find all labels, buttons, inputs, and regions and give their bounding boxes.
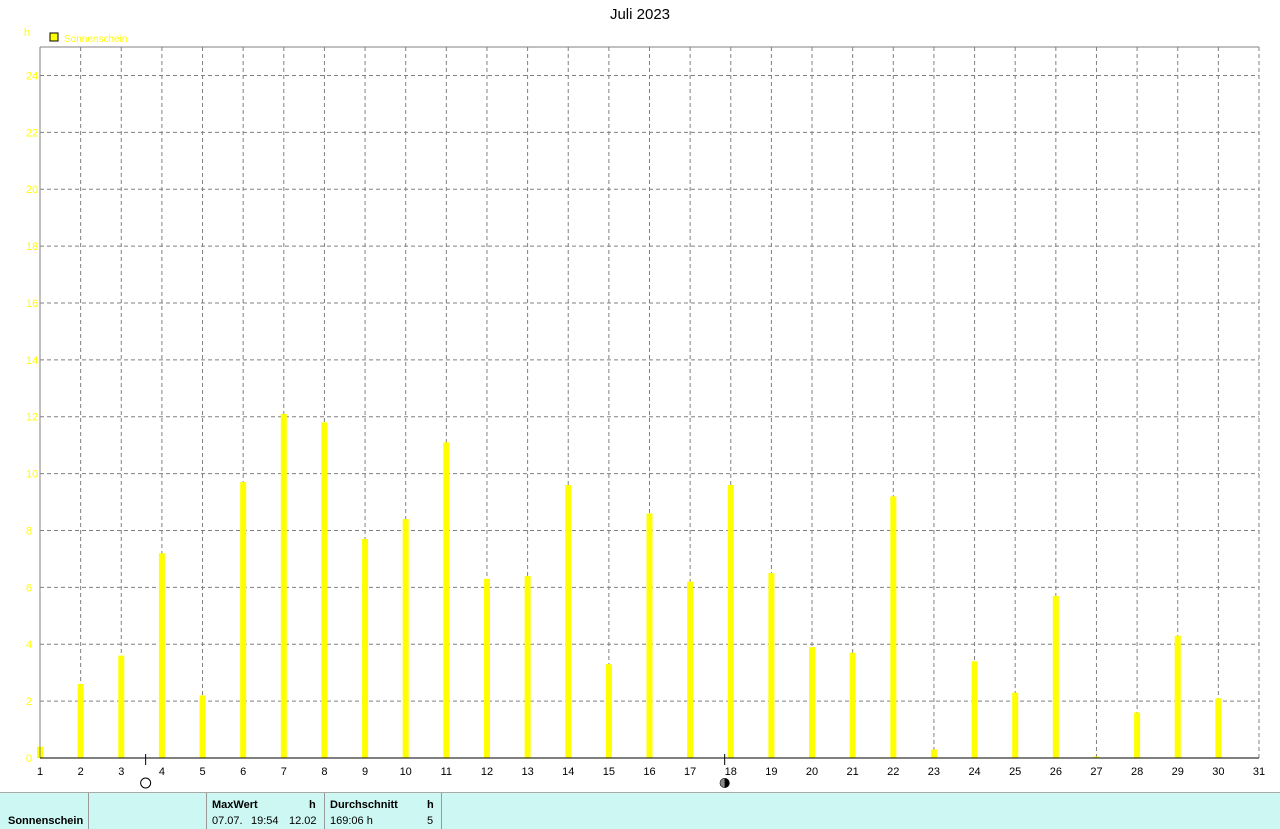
footer-empty-cell [89, 793, 207, 829]
x-tick-label: 13 [521, 766, 533, 778]
x-tick-label: 10 [400, 766, 412, 778]
footer-avg-cell: Durchschnitt h 169:06 h 5 [325, 793, 442, 829]
x-tick-label: 20 [806, 766, 818, 778]
y-axis-label: h [24, 27, 30, 39]
legend-swatch [49, 32, 59, 42]
y-tick-label: 16 [26, 298, 38, 310]
footer-max-header: MaxWert [212, 799, 258, 811]
x-tick-label: 3 [118, 766, 124, 778]
x-tick-label: 5 [199, 766, 205, 778]
footer-avg-unit: h [427, 799, 434, 811]
bar [1134, 712, 1141, 758]
x-tick-label: 11 [441, 766, 452, 778]
x-tick-label: 7 [281, 766, 287, 778]
bar [1052, 595, 1059, 758]
footer-max-cell: MaxWert h 07.07. 19:54 12.02 [207, 793, 325, 829]
footer-max-value: 12.02 [289, 815, 317, 827]
y-tick-label: 10 [26, 469, 38, 481]
bar [890, 496, 897, 758]
x-tick-label: 30 [1212, 766, 1224, 778]
x-tick-label: 6 [240, 766, 246, 778]
bar [687, 581, 694, 758]
moon-phases [140, 754, 730, 789]
x-tick-label: 29 [1172, 766, 1184, 778]
x-tick-label: 14 [562, 766, 574, 778]
x-tick-label: 22 [887, 766, 899, 778]
footer-avg-extra: 5 [427, 815, 434, 827]
summary-footer: Sonnenschein MaxWert h 07.07. 19:54 12.0… [0, 792, 1280, 829]
bar [483, 578, 490, 758]
bar [362, 539, 369, 758]
y-tick-label: 6 [26, 582, 32, 594]
footer-series-label: Sonnenschein [8, 815, 84, 827]
x-tick-label: 19 [765, 766, 777, 778]
x-tick-label: 31 [1253, 766, 1265, 778]
x-tick-label: 2 [78, 766, 84, 778]
x-tick-label: 23 [928, 766, 940, 778]
full-moon-icon [140, 777, 152, 789]
y-tick-label: 24 [26, 70, 38, 82]
footer-series-cell: Sonnenschein [0, 793, 89, 829]
chart-plot: 0246810121416182022241 2 3 4 5 6 7 8 9 10 11 12 13 14… [24, 27, 1265, 789]
x-tick-label: 21 [847, 766, 859, 778]
x-tick-label: 28 [1131, 766, 1143, 778]
x-tick-label: 24 [968, 766, 980, 778]
x-tick-label: 26 [1050, 766, 1062, 778]
bar [199, 695, 206, 758]
x-tick-label: 15 [603, 766, 615, 778]
footer-max-date: 07.07. [212, 815, 243, 827]
x-tick-label: 8 [321, 766, 327, 778]
x-tick-label: 4 [159, 766, 165, 778]
bar [118, 655, 125, 758]
y-tick-label: 12 [26, 412, 38, 424]
bar [402, 519, 409, 758]
x-tick-label: 17 [684, 766, 696, 778]
bar [321, 422, 328, 758]
footer-avg-header: Durchschnitt [330, 799, 398, 811]
bar [605, 664, 612, 758]
bars [37, 413, 1222, 758]
bar [1215, 698, 1222, 758]
bar [240, 482, 247, 758]
bar [1012, 692, 1019, 758]
y-tick-label: 22 [26, 127, 38, 139]
x-tick-label: 12 [481, 766, 493, 778]
bar [768, 573, 775, 758]
footer-avg-value: 169:06 h [330, 815, 373, 827]
y-tick-label: 2 [26, 696, 32, 708]
x-tick-label: 25 [1009, 766, 1021, 778]
x-tick-label: 27 [1090, 766, 1102, 778]
bar [930, 749, 937, 758]
legend-label: Sonnenschein [64, 34, 127, 45]
y-tick-label: 18 [26, 241, 38, 253]
x-tick-label: 1 [37, 766, 43, 778]
tick-labels: 0246810121416182022241 2 3 4 5 6 7 8 9 10 11 12 13 14… [24, 27, 1265, 778]
footer-max-time: 19:54 [251, 815, 279, 827]
legend: Sonnenschein [49, 32, 127, 45]
x-tick-label: 18 [725, 766, 737, 778]
bar [280, 413, 287, 758]
y-tick-label: 14 [26, 355, 38, 367]
bar [158, 553, 165, 758]
y-tick-label: 0 [26, 753, 32, 765]
y-tick-label: 20 [26, 184, 38, 196]
x-tick-label: 9 [362, 766, 368, 778]
bar [524, 575, 531, 758]
bar [971, 661, 978, 758]
bar [646, 513, 653, 758]
bar [77, 684, 84, 758]
y-tick-label: 8 [26, 525, 32, 537]
chart-title: Juli 2023 [609, 6, 671, 23]
bar [727, 484, 734, 758]
bar [443, 442, 450, 758]
footer-max-unit: h [309, 799, 316, 811]
bar [809, 647, 816, 758]
bar [565, 484, 572, 758]
bar [849, 652, 856, 758]
bar [1174, 635, 1181, 758]
y-tick-label: 4 [26, 639, 32, 651]
x-tick-label: 16 [643, 766, 655, 778]
